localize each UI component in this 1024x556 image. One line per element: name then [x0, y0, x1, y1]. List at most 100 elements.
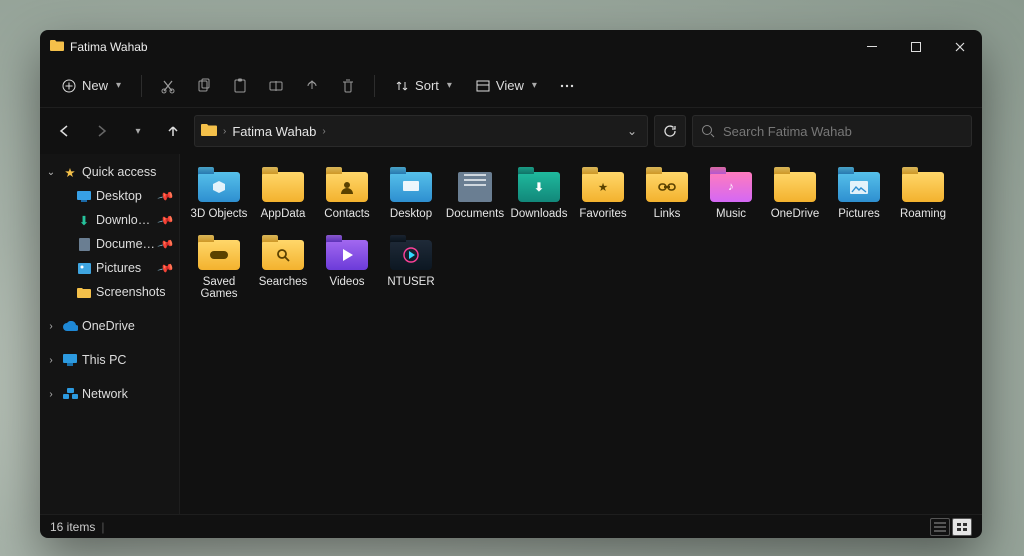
recent-dropdown[interactable]: ▾: [122, 116, 152, 146]
gamepad-icon: [198, 240, 240, 270]
sidebar-item-this-pc[interactable]: › This PC: [40, 348, 179, 372]
details-view-button[interactable]: [930, 518, 950, 536]
item-label: Searches: [259, 276, 308, 288]
search-icon: [262, 240, 304, 270]
paste-button[interactable]: [224, 71, 256, 101]
search-input[interactable]: [723, 124, 963, 139]
chevron-right-icon[interactable]: ›: [44, 355, 58, 366]
play-icon: [326, 240, 368, 270]
plus-circle-icon: [62, 79, 76, 93]
sort-button[interactable]: Sort ▾: [385, 71, 462, 101]
this-pc-icon: [62, 354, 78, 366]
sidebar-item-downloads[interactable]: ⬇ Downloads 📌: [40, 208, 179, 232]
sidebar-item-quick-access[interactable]: ⌄ ★ Quick access: [40, 160, 179, 184]
folder-downloads[interactable]: ⬇ Downloads: [508, 168, 570, 222]
copy-icon: [196, 78, 212, 94]
onedrive-icon: [62, 321, 78, 331]
sidebar-item-pictures[interactable]: Pictures 📌: [40, 256, 179, 280]
item-label: Roaming: [900, 208, 946, 220]
more-icon: [559, 78, 575, 94]
monitor-icon: [390, 172, 432, 202]
item-label: NTUSER: [387, 276, 434, 288]
folder-desktop[interactable]: Desktop: [380, 168, 442, 222]
minimize-button[interactable]: [850, 30, 894, 64]
folder-pictures[interactable]: Pictures: [828, 168, 890, 222]
status-item-count: 16 items: [50, 520, 95, 534]
rename-icon: [268, 78, 284, 94]
new-button-label: New: [82, 78, 108, 93]
star-icon: ★: [582, 172, 624, 202]
share-icon: [304, 78, 320, 94]
item-label: Videos: [330, 276, 365, 288]
delete-icon: [340, 78, 356, 94]
item-label: Music: [716, 208, 746, 220]
rename-button[interactable]: [260, 71, 292, 101]
pin-icon: 📌: [157, 235, 175, 253]
view-button-label: View: [496, 78, 524, 93]
chevron-right-icon: ›: [322, 126, 325, 137]
item-label: Links: [654, 208, 681, 220]
folder-roaming[interactable]: Roaming: [892, 168, 954, 222]
forward-button[interactable]: [86, 116, 116, 146]
sidebar-item-screenshots[interactable]: Screenshots: [40, 280, 179, 304]
folder-videos[interactable]: Videos: [316, 236, 378, 302]
sidebar-item-onedrive[interactable]: › OneDrive: [40, 314, 179, 338]
titlebar: Fatima Wahab: [40, 30, 982, 64]
item-label: Saved Games: [188, 276, 250, 300]
maximize-button[interactable]: [894, 30, 938, 64]
navigation-row: ▾ › Fatima Wahab › ⌄: [40, 108, 982, 154]
item-label: Desktop: [390, 208, 432, 220]
desktop-icon: [76, 191, 92, 202]
share-button[interactable]: [296, 71, 328, 101]
folder-appdata[interactable]: AppData: [252, 168, 314, 222]
document-icon: [458, 172, 492, 202]
paste-icon: [232, 78, 248, 94]
pictures-icon: [76, 263, 92, 274]
folder-icon: [201, 123, 217, 139]
chevron-right-icon[interactable]: ›: [44, 321, 58, 332]
pin-icon: 📌: [157, 187, 175, 205]
icons-view-button[interactable]: [952, 518, 972, 536]
sidebar-item-desktop[interactable]: Desktop 📌: [40, 184, 179, 208]
folder-documents[interactable]: Documents: [444, 168, 506, 222]
breadcrumb[interactable]: Fatima Wahab: [232, 124, 316, 139]
folder-saved-games[interactable]: Saved Games: [188, 236, 250, 302]
up-button[interactable]: [158, 116, 188, 146]
item-label: Pictures: [838, 208, 880, 220]
chevron-down-icon[interactable]: ⌄: [44, 167, 58, 178]
address-bar[interactable]: › Fatima Wahab › ⌄: [194, 115, 648, 147]
folder-links[interactable]: Links: [636, 168, 698, 222]
folder-favorites[interactable]: ★ Favorites: [572, 168, 634, 222]
chevron-down-icon: ▾: [532, 80, 537, 91]
cut-button[interactable]: [152, 71, 184, 101]
refresh-button[interactable]: [654, 115, 686, 147]
file-ntuser[interactable]: NTUSER: [380, 236, 442, 302]
address-history-dropdown[interactable]: ⌄: [623, 124, 641, 138]
new-button[interactable]: New ▾: [52, 71, 131, 101]
view-icon: [476, 79, 490, 93]
folder-onedrive[interactable]: OneDrive: [764, 168, 826, 222]
chevron-right-icon[interactable]: ›: [44, 389, 58, 400]
pin-icon: 📌: [157, 211, 175, 229]
more-button[interactable]: [551, 71, 583, 101]
play-circle-icon: [390, 240, 432, 270]
music-icon: ♪: [710, 172, 752, 202]
view-button[interactable]: View ▾: [466, 71, 547, 101]
search-box[interactable]: [692, 115, 972, 147]
copy-button[interactable]: [188, 71, 220, 101]
delete-button[interactable]: [332, 71, 364, 101]
sidebar-item-network[interactable]: › Network: [40, 382, 179, 406]
folder-searches[interactable]: Searches: [252, 236, 314, 302]
cut-icon: [160, 78, 176, 94]
back-button[interactable]: [50, 116, 80, 146]
chevron-right-icon: ›: [223, 126, 226, 137]
folder-contacts[interactable]: Contacts: [316, 168, 378, 222]
folder-music[interactable]: ♪ Music: [700, 168, 762, 222]
sidebar-item-documents[interactable]: Documents 📌: [40, 232, 179, 256]
navigation-pane: ⌄ ★ Quick access Desktop 📌 ⬇ Downloads 📌…: [40, 154, 180, 514]
window-title: Fatima Wahab: [70, 40, 148, 54]
item-label: OneDrive: [771, 208, 820, 220]
file-list[interactable]: 3D Objects AppData Contacts Desktop Docu: [180, 154, 982, 514]
close-button[interactable]: [938, 30, 982, 64]
folder-3d-objects[interactable]: 3D Objects: [188, 168, 250, 222]
